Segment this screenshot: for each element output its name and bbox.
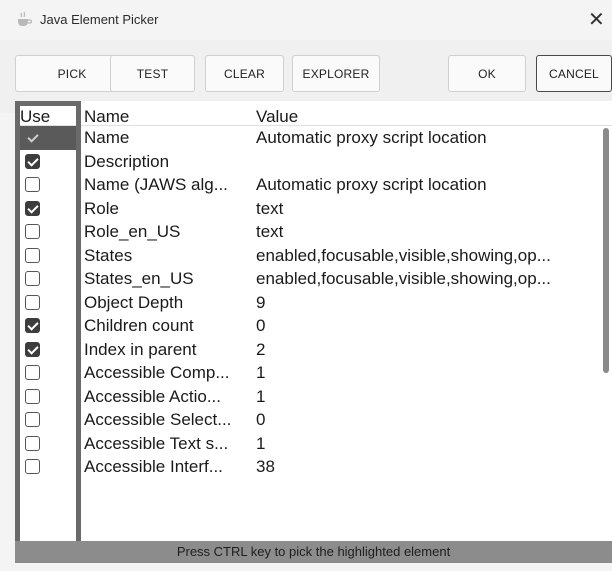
table-body: Name Automatic proxy script location Descr… — [16, 126, 612, 479]
use-cell — [16, 220, 80, 244]
property-value: enabled,focusable,visible,showing,op... — [256, 269, 551, 288]
table-row[interactable]: Accessible Interf... 38 — [16, 455, 612, 479]
use-cell — [16, 173, 80, 197]
property-value: 2 — [256, 339, 266, 359]
property-name: States_en_US — [84, 269, 194, 288]
status-bar: Press CTRL key to pick the highlighted e… — [15, 541, 612, 563]
property-name: Description — [84, 151, 170, 171]
table-row[interactable]: Name (JAWS alg... Automatic proxy script … — [16, 173, 612, 197]
close-icon[interactable]: ✕ — [588, 6, 612, 32]
use-cell — [16, 408, 80, 432]
use-checkbox[interactable] — [25, 224, 40, 239]
use-cell — [16, 291, 80, 315]
table-row[interactable]: Children count 0 — [16, 314, 612, 338]
table-row[interactable]: Role text — [16, 197, 612, 221]
table-row[interactable]: Accessible Actio... 1 — [16, 385, 612, 409]
table-row[interactable]: Role_en_US text — [16, 220, 612, 244]
property-name: Name (JAWS alg... — [84, 175, 228, 194]
scrollbar-thumb[interactable] — [603, 128, 609, 373]
use-cell — [16, 455, 80, 479]
property-name: Role_en_US — [84, 222, 181, 241]
ok-button[interactable]: OK — [448, 55, 526, 92]
use-checkbox[interactable] — [25, 153, 40, 169]
property-name: Accessible Comp... — [84, 363, 230, 382]
property-value: 0 — [256, 410, 266, 429]
column-header-use[interactable]: Use — [20, 106, 50, 128]
property-value: 1 — [256, 433, 266, 453]
table-row[interactable]: Index in parent 2 — [16, 338, 612, 362]
property-value: Automatic proxy script location — [256, 175, 487, 194]
use-cell — [16, 126, 80, 150]
use-cell — [16, 150, 80, 174]
java-cup-icon — [18, 11, 33, 26]
use-checkbox[interactable] — [25, 130, 40, 145]
property-name: Accessible Select... — [84, 410, 232, 429]
property-value: 0 — [256, 316, 266, 335]
property-value: 9 — [256, 292, 266, 312]
property-name: Object Depth — [84, 292, 184, 312]
table-row[interactable]: Object Depth 9 — [16, 291, 612, 315]
property-value: text — [256, 222, 284, 241]
use-cell — [16, 314, 80, 338]
table-row[interactable]: Accessible Comp... 1 — [16, 361, 612, 385]
use-cell — [16, 244, 80, 268]
clear-button[interactable]: CLEAR — [205, 55, 284, 92]
properties-table: Use Name Value Name Automatic proxy scrip… — [15, 101, 612, 541]
use-checkbox[interactable] — [25, 318, 40, 333]
table-row[interactable]: Accessible Text s... 1 — [16, 432, 612, 456]
table-header: Use Name Value — [16, 101, 612, 126]
cancel-button[interactable]: CANCEL — [536, 55, 612, 92]
table-row[interactable]: States enabled,focusable,visible,showing,… — [16, 244, 612, 268]
use-cell — [16, 361, 80, 385]
property-name: Children count — [84, 316, 194, 335]
property-value: text — [256, 198, 284, 218]
column-header-value[interactable]: Value — [256, 106, 298, 128]
table-row[interactable]: Description — [16, 150, 612, 174]
property-name: Accessible Text s... — [84, 433, 229, 453]
explorer-button[interactable]: EXPLORER — [292, 55, 380, 92]
use-cell — [16, 338, 80, 362]
table-row[interactable]: States_en_US enabled,focusable,visible,sh… — [16, 267, 612, 291]
use-checkbox[interactable] — [25, 388, 40, 404]
use-cell — [16, 385, 80, 409]
use-checkbox[interactable] — [25, 365, 40, 380]
property-name: Role — [84, 198, 119, 218]
property-name: Accessible Actio... — [84, 386, 222, 406]
use-checkbox[interactable] — [25, 435, 40, 451]
use-checkbox[interactable] — [25, 247, 40, 263]
property-value: 1 — [256, 386, 266, 406]
property-value: 1 — [256, 363, 266, 382]
property-name: States — [84, 245, 133, 265]
use-checkbox[interactable] — [25, 177, 40, 192]
use-checkbox[interactable] — [25, 341, 40, 357]
title-bar: Java Element Picker ✕ — [0, 0, 612, 40]
table-row[interactable]: Name Automatic proxy script location — [16, 126, 612, 150]
table-row[interactable]: Accessible Select... 0 — [16, 408, 612, 432]
use-cell — [16, 432, 80, 456]
property-name: Name — [84, 128, 130, 147]
use-checkbox[interactable] — [25, 412, 40, 427]
use-checkbox[interactable] — [25, 294, 40, 310]
use-checkbox[interactable] — [25, 200, 40, 216]
property-value: enabled,focusable,visible,showing,op... — [256, 245, 551, 265]
use-cell — [16, 267, 80, 291]
use-checkbox[interactable] — [25, 459, 40, 474]
window-title: Java Element Picker — [40, 12, 159, 27]
property-value: Automatic proxy script location — [256, 128, 487, 147]
column-header-name[interactable]: Name — [84, 106, 129, 128]
test-button[interactable]: TEST — [110, 55, 195, 92]
property-value: 38 — [256, 457, 275, 476]
property-name: Accessible Interf... — [84, 457, 223, 476]
use-cell — [16, 197, 80, 221]
use-checkbox[interactable] — [25, 271, 40, 286]
property-name: Index in parent — [84, 339, 197, 359]
